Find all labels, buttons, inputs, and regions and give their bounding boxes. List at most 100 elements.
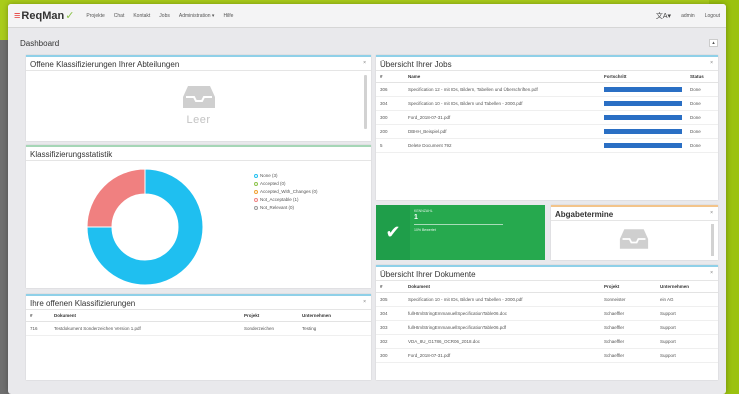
kpi-body: Kennzahl 1 10% Bewertet: [410, 205, 545, 260]
nav-chat[interactable]: Chat: [114, 13, 125, 19]
cell-id: 200: [376, 124, 404, 139]
nav-administration[interactable]: Administration ▾: [179, 13, 215, 19]
cell-dokument[interactable]: fullHtmlStringEmmanuellSpecificationTabl…: [404, 306, 600, 321]
donut-slice-not-acceptable[interactable]: [86, 168, 146, 228]
panel-title: Übersicht Ihrer Dokumente: [376, 267, 718, 281]
inbox-icon: [619, 229, 649, 249]
progress-fill: [604, 129, 682, 134]
table-row[interactable]: 303 fullHtmlStringEmmanuellSpecification…: [376, 320, 718, 335]
cell-name[interactable]: Ford_2018-07-31.pdf: [404, 110, 600, 125]
cell-dokument[interactable]: fullHtmlStringEmmanuellSpecificationTabl…: [404, 320, 600, 335]
cell-dokument[interactable]: Specification 10 - mit IDs, Bildern und …: [404, 292, 600, 307]
cell-dokument[interactable]: Testdokument Sonderzeichen Version 1.pdf: [50, 321, 240, 336]
cell-dokument[interactable]: Ford_2018-07-31.pdf: [404, 348, 600, 363]
legend-item[interactable]: Accepted_With_Changes (0): [254, 189, 318, 194]
close-icon[interactable]: ×: [710, 270, 713, 276]
logo[interactable]: ≡ ReqMan ✓: [14, 9, 74, 23]
nav-hilfe[interactable]: Hilfe: [223, 13, 233, 19]
column-header[interactable]: Fortschritt: [600, 71, 686, 83]
donut-chart: [86, 168, 204, 286]
table-row[interactable]: 716 Testdokument Sonderzeichen Version 1…: [26, 321, 371, 336]
column-header[interactable]: Status: [686, 71, 718, 83]
legend-label: Accepted (0): [260, 181, 286, 186]
navbar: ≡ ReqMan ✓ Projekte Chat Kontakt Jobs Ad…: [8, 4, 726, 28]
cell-projekt: Schaeffler: [600, 334, 656, 349]
close-icon[interactable]: ×: [363, 299, 366, 305]
column-header[interactable]: #: [376, 281, 404, 293]
logo-text: ReqMan: [21, 9, 65, 22]
close-icon[interactable]: ×: [710, 210, 713, 216]
cell-name[interactable]: Specification 12 - mit IDs, Bildern, Tab…: [404, 82, 600, 97]
jobs-table: # Name Fortschritt Status 306 Specificat…: [376, 71, 718, 153]
column-header[interactable]: #: [26, 310, 50, 322]
panel-statistik: Klassifizierungsstatistik None (3) Accep…: [26, 145, 371, 288]
cell-name[interactable]: Specification 10 - mit IDs, Bildern und …: [404, 96, 600, 111]
nav-kontakt[interactable]: Kontakt: [133, 13, 150, 19]
cell-unternehmen: Support: [656, 348, 718, 363]
cell-projekt: Schaeffler: [600, 320, 656, 335]
panel-offene-abteilungen: Offene Klassifizierungen Ihrer Abteilung…: [26, 55, 371, 141]
logo-mark-icon: ≡: [14, 9, 21, 22]
cell-status: Done: [686, 138, 718, 153]
legend-item[interactable]: None (3): [254, 173, 318, 178]
legend-item[interactable]: Not_Acceptable (1): [254, 197, 318, 202]
user-menu[interactable]: admin: [681, 13, 695, 19]
progress-bar: [604, 143, 682, 148]
nav-projekte[interactable]: Projekte: [86, 13, 104, 19]
cell-name[interactable]: DBHH_Beispiel.pdf: [404, 124, 600, 139]
translate-icon[interactable]: 文A▾: [656, 11, 671, 21]
panel-title: Offene Klassifizierungen Ihrer Abteilung…: [26, 57, 371, 71]
cell-dokument[interactable]: VDA_8U_G1786_OCR06_2018.doc: [404, 334, 600, 349]
cell-id: 304: [376, 96, 404, 111]
table-row[interactable]: 200 DBHH_Beispiel.pdf Done: [376, 124, 718, 139]
cell-projekt: Schaeffler: [600, 306, 656, 321]
table-row[interactable]: 300 Ford_2018-07-31.pdf Done: [376, 110, 718, 125]
legend-label: Not_Relevant (0): [260, 205, 295, 210]
cell-unternehmen: ein AG: [656, 292, 718, 307]
scrollbar[interactable]: [711, 224, 714, 256]
column-header[interactable]: Unternehmen: [656, 281, 718, 293]
cell-id: 303: [376, 320, 404, 335]
table-row[interactable]: 304 fullHtmlStringEmmanuellSpecification…: [376, 306, 718, 321]
cell-projekt: Sonneister: [600, 292, 656, 307]
table-row[interactable]: 305 Specification 10 - mit IDs, Bildern …: [376, 292, 718, 307]
offene-klassifizierungen-table: # Dokument Projekt Unternehmen 716 Testd…: [26, 310, 371, 336]
cell-status: Done: [686, 110, 718, 125]
legend-item[interactable]: Not_Relevant (0): [254, 205, 318, 210]
panel-title: Klassifizierungsstatistik: [26, 147, 371, 161]
cell-progress: [600, 124, 686, 139]
table-row[interactable]: 306 Specification 12 - mit IDs, Bildern,…: [376, 82, 718, 97]
legend-label: Not_Acceptable (1): [260, 197, 299, 202]
logout-link[interactable]: Logout: [705, 13, 720, 19]
panel-offene-klassifizierungen: Ihre offenen Klassifizierungen × # Dokum…: [26, 294, 371, 380]
table-row[interactable]: 304 Specification 10 - mit IDs, Bildern …: [376, 96, 718, 111]
legend-swatch: [254, 181, 258, 186]
column-header[interactable]: Name: [404, 71, 600, 83]
cell-name[interactable]: Delete Document 792: [404, 138, 600, 153]
collapse-button[interactable]: ▴: [709, 39, 718, 47]
kpi-tile[interactable]: ✔ Kennzahl 1 10% Bewertet: [376, 205, 545, 260]
close-icon[interactable]: ×: [363, 60, 366, 66]
close-icon[interactable]: ×: [710, 60, 713, 66]
column-header[interactable]: Unternehmen: [298, 310, 371, 322]
cell-progress: [600, 110, 686, 125]
navbar-right: 文A▾ admin Logout: [656, 11, 720, 21]
panel-abgabetermine: Abgabetermine ×: [551, 205, 718, 260]
legend-item[interactable]: Accepted (0): [254, 181, 318, 186]
dokumente-table: # Dokument Projekt Unternehmen 305 Speci…: [376, 281, 718, 363]
kpi-sub: 10% Bewertet: [414, 228, 436, 232]
column-header[interactable]: Dokument: [404, 281, 600, 293]
column-header[interactable]: Projekt: [600, 281, 656, 293]
progress-fill: [604, 115, 682, 120]
column-header[interactable]: Projekt: [240, 310, 298, 322]
app-window: ≡ ReqMan ✓ Projekte Chat Kontakt Jobs Ad…: [8, 4, 726, 394]
table-row[interactable]: 300 Ford_2018-07-31.pdf Schaeffler Suppo…: [376, 348, 718, 363]
table-row[interactable]: 5 Delete Document 792 Done: [376, 138, 718, 153]
nav-jobs[interactable]: Jobs: [159, 13, 170, 19]
table-row[interactable]: 302 VDA_8U_G1786_OCR06_2018.doc Schaeffl…: [376, 334, 718, 349]
column-header[interactable]: #: [376, 71, 404, 83]
cell-id: 306: [376, 82, 404, 97]
column-header[interactable]: Dokument: [50, 310, 240, 322]
cell-progress: [600, 96, 686, 111]
scrollbar[interactable]: [364, 75, 367, 129]
